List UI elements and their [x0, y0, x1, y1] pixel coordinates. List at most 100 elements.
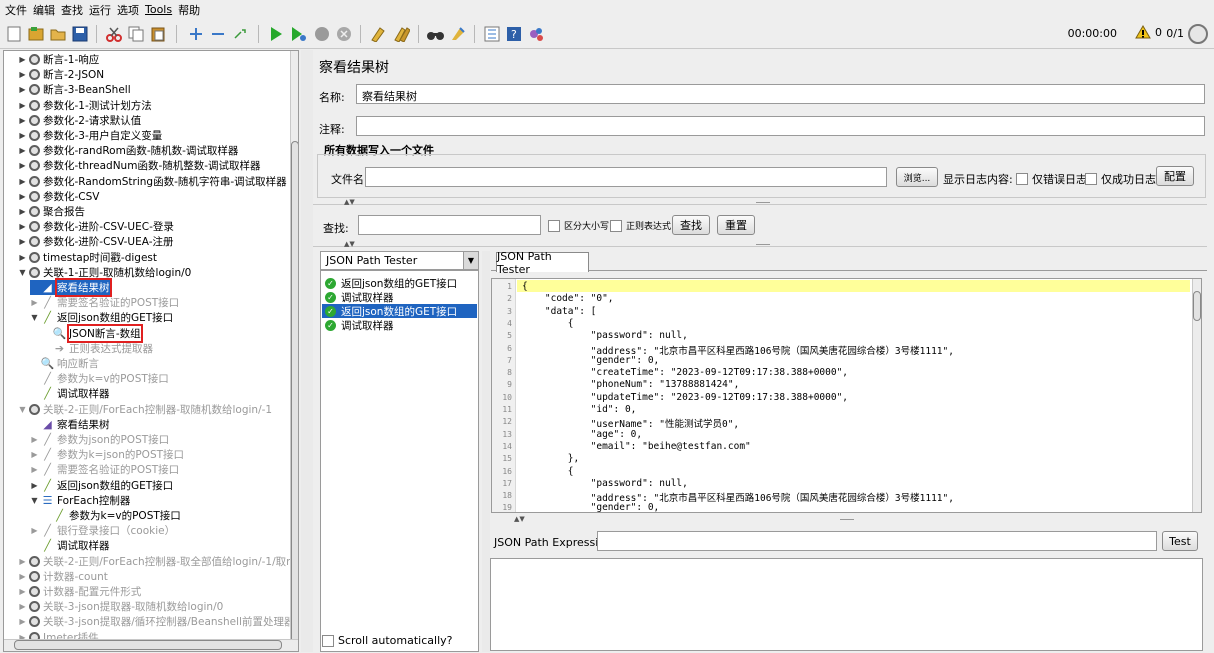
- start-icon[interactable]: [266, 24, 286, 44]
- menu-run[interactable]: 运行: [89, 2, 111, 18]
- tree-item[interactable]: ╱ 参数为k=v的POST接口: [42, 508, 181, 523]
- remote-icon[interactable]: [526, 24, 546, 44]
- tree-item[interactable]: ▶ 参数化-进阶-CSV-UEA-注册: [18, 234, 174, 249]
- response-code-editor[interactable]: 1 2 3 4 5 6 7 8 9 10 11 12 13 14 15 16 17 18 19 { "code": …: [491, 278, 1202, 513]
- paste-icon[interactable]: [148, 24, 168, 44]
- reset-search-icon[interactable]: [448, 24, 468, 44]
- case-sensitive-checkbox[interactable]: 区分大小写: [548, 219, 609, 232]
- tree-item[interactable]: ▼ ╱ 返回json数组的GET接口: [30, 310, 173, 325]
- collapsed-toggle-icon[interactable]: ▶: [30, 298, 39, 307]
- tree-horizontal-scroll-thumb[interactable]: [14, 640, 282, 650]
- tree-item[interactable]: ▶ 参数化-threadNum函数-随机整数-调试取样器: [18, 158, 261, 173]
- menu-file[interactable]: 文件: [5, 2, 27, 18]
- clear-all-icon[interactable]: [392, 24, 412, 44]
- tree-item[interactable]: 🔍 响应断言: [30, 356, 99, 371]
- tree-item[interactable]: 🔍 JSON断言-数组: [42, 323, 143, 343]
- menu-search[interactable]: 查找: [61, 2, 83, 18]
- collapsed-toggle-icon[interactable]: ▶: [18, 572, 27, 581]
- collapsed-toggle-icon[interactable]: ▶: [18, 602, 27, 611]
- tree-item[interactable]: ▶ ╱ 需要签名验证的POST接口: [30, 295, 179, 310]
- menu-edit[interactable]: 编辑: [33, 2, 55, 18]
- sample-result-item[interactable]: ✓ 返回json数组的GET接口: [322, 276, 457, 290]
- success-only-checkbox[interactable]: 仅成功日志: [1085, 171, 1156, 187]
- tree-item[interactable]: ▶ ╱ 参数为k=json的POST接口: [30, 447, 184, 462]
- renderer-select[interactable]: JSON Path Tester ▼: [320, 251, 479, 270]
- tree-item[interactable]: ╱ 调试取样器: [30, 538, 109, 553]
- case-sensitive-box[interactable]: [548, 219, 560, 232]
- tree-item[interactable]: ▶ 断言-3-BeanShell: [18, 82, 131, 97]
- warnings-indicator[interactable]: 0: [1135, 25, 1162, 39]
- collapsed-toggle-icon[interactable]: ▶: [18, 253, 27, 262]
- search-icon[interactable]: [426, 24, 446, 44]
- tree-item[interactable]: ▶ 计数器-配置元件形式: [18, 584, 141, 599]
- collapsed-toggle-icon[interactable]: ▶: [18, 70, 27, 79]
- tree-item[interactable]: ▶ 参数化-CSV: [18, 189, 99, 204]
- tree-item[interactable]: ▶ 参数化-randRom函数-随机数-调试取样器: [18, 143, 238, 158]
- collapsed-toggle-icon[interactable]: ▶: [18, 116, 27, 125]
- reset-button[interactable]: 重置: [717, 215, 755, 235]
- expand-icon[interactable]: [186, 24, 206, 44]
- search-button[interactable]: 查找: [672, 215, 710, 235]
- tree-item[interactable]: ◢ 察看结果树: [30, 278, 112, 297]
- tree-item[interactable]: ▼ 关联-2-正则/ForEach控制器-取随机数给login/-1: [18, 402, 272, 417]
- clear-icon[interactable]: [368, 24, 388, 44]
- expanded-toggle-icon[interactable]: ▼: [30, 496, 39, 505]
- json-path-result-area[interactable]: [490, 558, 1203, 651]
- expanded-toggle-icon[interactable]: ▼: [18, 405, 27, 414]
- scroll-automatically-checkbox[interactable]: Scroll automatically?: [322, 634, 452, 647]
- divider-arrows-icon-3[interactable]: ▲▼: [514, 515, 525, 523]
- collapsed-toggle-icon[interactable]: ▶: [18, 101, 27, 110]
- regex-checkbox[interactable]: 正则表达式: [610, 219, 671, 232]
- copy-icon[interactable]: [126, 24, 146, 44]
- shutdown-icon[interactable]: [334, 24, 354, 44]
- scroll-automatically-box[interactable]: [322, 634, 334, 647]
- tree-item[interactable]: ▼ 关联-1-正则-取随机数给login/0: [18, 265, 191, 280]
- tree-item[interactable]: ▶ timestap时间戳-digest: [18, 250, 157, 265]
- expanded-toggle-icon[interactable]: ▼: [30, 313, 39, 322]
- collapsed-toggle-icon[interactable]: ▶: [18, 222, 27, 231]
- json-path-expression-input[interactable]: [597, 531, 1157, 551]
- collapsed-toggle-icon[interactable]: ▶: [18, 237, 27, 246]
- tree-item[interactable]: ▶ 参数化-1-测试计划方法: [18, 98, 152, 113]
- tree-item[interactable]: ▶ 关联-3-json提取器/循环控制器/Beanshell前置处理器-取全: [18, 614, 298, 629]
- collapsed-toggle-icon[interactable]: ▶: [18, 617, 27, 626]
- tree-item[interactable]: ▶ 断言-2-JSON: [18, 67, 104, 82]
- main-splitter[interactable]: [301, 50, 313, 652]
- tree-item[interactable]: ╱ 调试取样器: [30, 386, 109, 401]
- tree-item[interactable]: ▶ ╱ 返回json数组的GET接口: [30, 478, 173, 493]
- cut-icon[interactable]: [104, 24, 124, 44]
- tree-item[interactable]: ▶ 关联-2-正则/ForEach控制器-取全部值给login/-1/取match: [18, 554, 298, 569]
- collapsed-toggle-icon[interactable]: ▶: [18, 207, 27, 216]
- tree-item[interactable]: ╱ 参数为k=v的POST接口: [30, 371, 169, 386]
- function-helper-icon[interactable]: [482, 24, 502, 44]
- start-no-pause-icon[interactable]: [288, 24, 308, 44]
- divider-arrows-icon[interactable]: ▲▼: [344, 198, 355, 206]
- help-icon[interactable]: ?: [504, 24, 524, 44]
- collapsed-toggle-icon[interactable]: ▶: [30, 450, 39, 459]
- collapsed-toggle-icon[interactable]: ▶: [18, 55, 27, 64]
- tree-vertical-scroll-thumb[interactable]: [291, 141, 298, 651]
- name-field[interactable]: 察看结果树: [356, 84, 1205, 104]
- collapsed-toggle-icon[interactable]: ▶: [18, 85, 27, 94]
- tree-item[interactable]: ▶ 参数化-3-用户自定义变量: [18, 128, 162, 143]
- collapsed-toggle-icon[interactable]: ▶: [18, 177, 27, 186]
- success-only-box[interactable]: [1085, 173, 1097, 185]
- comment-field[interactable]: [356, 116, 1205, 136]
- menu-help[interactable]: 帮助: [178, 2, 200, 18]
- errors-only-box[interactable]: [1016, 173, 1028, 185]
- file-name-field[interactable]: [365, 167, 887, 187]
- search-field[interactable]: [358, 215, 541, 235]
- tree-item[interactable]: ▶ 参数化-2-请求默认值: [18, 113, 141, 128]
- templates-icon[interactable]: [26, 24, 46, 44]
- errors-only-checkbox[interactable]: 仅错误日志: [1016, 171, 1087, 187]
- collapse-icon[interactable]: [208, 24, 228, 44]
- collapsed-toggle-icon[interactable]: ▶: [30, 465, 39, 474]
- collapsed-toggle-icon[interactable]: ▶: [18, 557, 27, 566]
- tree-item[interactable]: ➔ 正则表达式提取器: [42, 341, 153, 356]
- tab-json-path-tester[interactable]: JSON Path Tester: [496, 250, 589, 276]
- expanded-toggle-icon[interactable]: ▼: [18, 268, 27, 277]
- toggle-icon[interactable]: [230, 24, 250, 44]
- stop-icon[interactable]: [312, 24, 332, 44]
- editor-scroll-thumb[interactable]: [1193, 291, 1201, 321]
- open-icon[interactable]: [48, 24, 68, 44]
